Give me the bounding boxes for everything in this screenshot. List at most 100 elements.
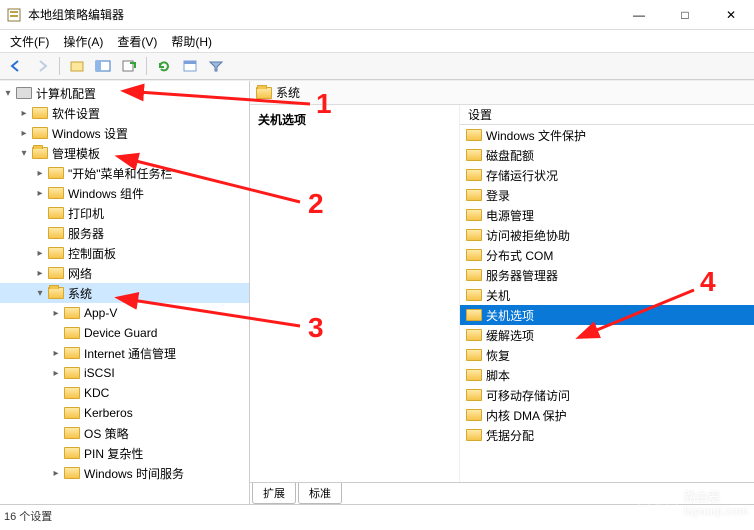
tree-node-computer-config[interactable]: ▾计算机配置 <box>0 83 249 103</box>
app-icon <box>6 7 22 23</box>
tree-node-appv[interactable]: ▸App-V <box>0 303 249 323</box>
tree-node-control-panel[interactable]: ▸控制面板 <box>0 243 249 263</box>
filter-button[interactable] <box>204 55 228 77</box>
list-item[interactable]: 登录 <box>460 185 754 205</box>
folder-icon <box>466 189 482 201</box>
show-hide-button[interactable] <box>91 55 115 77</box>
list-item-label: 可移动存储访问 <box>486 387 570 404</box>
list-item[interactable]: 磁盘配额 <box>460 145 754 165</box>
folder-icon <box>32 127 48 139</box>
folder-icon <box>48 267 64 279</box>
back-button[interactable] <box>4 55 28 77</box>
tree-pane[interactable]: ▾计算机配置 ▸软件设置 ▸Windows 设置 ▾管理模板 ▸"开始"菜单和任… <box>0 81 250 504</box>
watermark: 路由器luyouqi.com <box>638 484 748 524</box>
folder-icon <box>64 407 80 419</box>
export-button[interactable] <box>117 55 141 77</box>
breadcrumb: 系统 <box>250 81 754 105</box>
maximize-button[interactable]: □ <box>662 0 708 30</box>
folder-icon <box>64 387 80 399</box>
panel-header: 关机选项 <box>258 111 451 128</box>
list-item-label: 服务器管理器 <box>486 267 558 284</box>
tree-node-pin-complexity[interactable]: PIN 复杂性 <box>0 443 249 463</box>
minimize-button[interactable]: — <box>616 0 662 30</box>
menu-action[interactable]: 操作(A) <box>63 33 103 50</box>
tree-node-start-menu[interactable]: ▸"开始"菜单和任务栏 <box>0 163 249 183</box>
tree-node-system[interactable]: ▾系统 <box>0 283 249 303</box>
list-item-label: 关机选项 <box>486 307 534 324</box>
list-item[interactable]: 恢复 <box>460 345 754 365</box>
folder-icon <box>48 167 64 179</box>
list-item[interactable]: Windows 文件保护 <box>460 125 754 145</box>
folder-icon <box>466 129 482 141</box>
menu-help[interactable]: 帮助(H) <box>171 33 212 50</box>
tree-node-device-guard[interactable]: Device Guard <box>0 323 249 343</box>
list-item-label: Windows 文件保护 <box>486 127 586 144</box>
list-item[interactable]: 凭据分配 <box>460 425 754 445</box>
up-button[interactable] <box>65 55 89 77</box>
settings-list[interactable]: 设置 Windows 文件保护磁盘配额存储运行状况登录电源管理访问被拒绝协助分布… <box>460 105 754 482</box>
close-button[interactable]: ✕ <box>708 0 754 30</box>
refresh-button[interactable] <box>152 55 176 77</box>
list-item[interactable]: 服务器管理器 <box>460 265 754 285</box>
list-item[interactable]: 脚本 <box>460 365 754 385</box>
tree-node-windows-settings[interactable]: ▸Windows 设置 <box>0 123 249 143</box>
folder-icon <box>48 187 64 199</box>
folder-icon <box>466 369 482 381</box>
tree-node-windows-components[interactable]: ▸Windows 组件 <box>0 183 249 203</box>
tab-standard[interactable]: 标准 <box>298 483 342 504</box>
list-item[interactable]: 可移动存储访问 <box>460 385 754 405</box>
tree-node-network[interactable]: ▸网络 <box>0 263 249 283</box>
tree-node-software-settings[interactable]: ▸软件设置 <box>0 103 249 123</box>
tree-node-kerberos[interactable]: Kerberos <box>0 403 249 423</box>
list-item-label: 脚本 <box>486 367 510 384</box>
description-panel: 关机选项 <box>250 105 460 482</box>
list-item-label: 登录 <box>486 187 510 204</box>
list-item[interactable]: 内核 DMA 保护 <box>460 405 754 425</box>
list-item[interactable]: 缓解选项 <box>460 325 754 345</box>
folder-icon <box>466 329 482 341</box>
tree-node-kdc[interactable]: KDC <box>0 383 249 403</box>
list-item-label: 分布式 COM <box>486 247 553 264</box>
folder-icon <box>466 349 482 361</box>
tree-node-windows-time[interactable]: ▸Windows 时间服务 <box>0 463 249 483</box>
status-text: 16 个设置 <box>4 508 52 524</box>
tree-node-admin-templates[interactable]: ▾管理模板 <box>0 143 249 163</box>
folder-icon <box>466 249 482 261</box>
list-item[interactable]: 访问被拒绝协助 <box>460 225 754 245</box>
toolbar <box>0 52 754 80</box>
list-item-label: 磁盘配额 <box>486 147 534 164</box>
folder-icon <box>466 409 482 421</box>
details-pane: 系统 关机选项 设置 Windows 文件保护磁盘配额存储运行状况登录电源管理访… <box>250 81 754 504</box>
list-item[interactable]: 分布式 COM <box>460 245 754 265</box>
properties-button[interactable] <box>178 55 202 77</box>
folder-icon <box>32 107 48 119</box>
folder-icon <box>466 209 482 221</box>
tree-node-os-policy[interactable]: OS 策略 <box>0 423 249 443</box>
tab-extended[interactable]: 扩展 <box>252 483 296 504</box>
folder-icon <box>64 467 80 479</box>
list-item[interactable]: 关机 <box>460 285 754 305</box>
tree-node-printers[interactable]: 打印机 <box>0 203 249 223</box>
tree-node-internet-comm[interactable]: ▸Internet 通信管理 <box>0 343 249 363</box>
breadcrumb-label: 系统 <box>276 84 300 101</box>
column-header-setting[interactable]: 设置 <box>460 105 754 125</box>
window-title: 本地组策略编辑器 <box>28 6 616 23</box>
folder-icon <box>466 309 482 321</box>
menu-view[interactable]: 查看(V) <box>117 33 157 50</box>
folder-icon <box>64 307 80 319</box>
folder-icon <box>64 367 80 379</box>
folder-icon <box>48 207 64 219</box>
forward-button[interactable] <box>30 55 54 77</box>
folder-icon <box>64 327 80 339</box>
tree-node-server[interactable]: 服务器 <box>0 223 249 243</box>
list-item[interactable]: 关机选项 <box>460 305 754 325</box>
folder-icon <box>466 389 482 401</box>
menu-file[interactable]: 文件(F) <box>10 33 49 50</box>
folder-icon <box>64 427 80 439</box>
list-item[interactable]: 电源管理 <box>460 205 754 225</box>
tree-node-iscsi[interactable]: ▸iSCSI <box>0 363 249 383</box>
folder-icon <box>466 169 482 181</box>
menu-bar: 文件(F) 操作(A) 查看(V) 帮助(H) <box>0 30 754 52</box>
folder-icon <box>32 147 48 159</box>
list-item[interactable]: 存储运行状况 <box>460 165 754 185</box>
